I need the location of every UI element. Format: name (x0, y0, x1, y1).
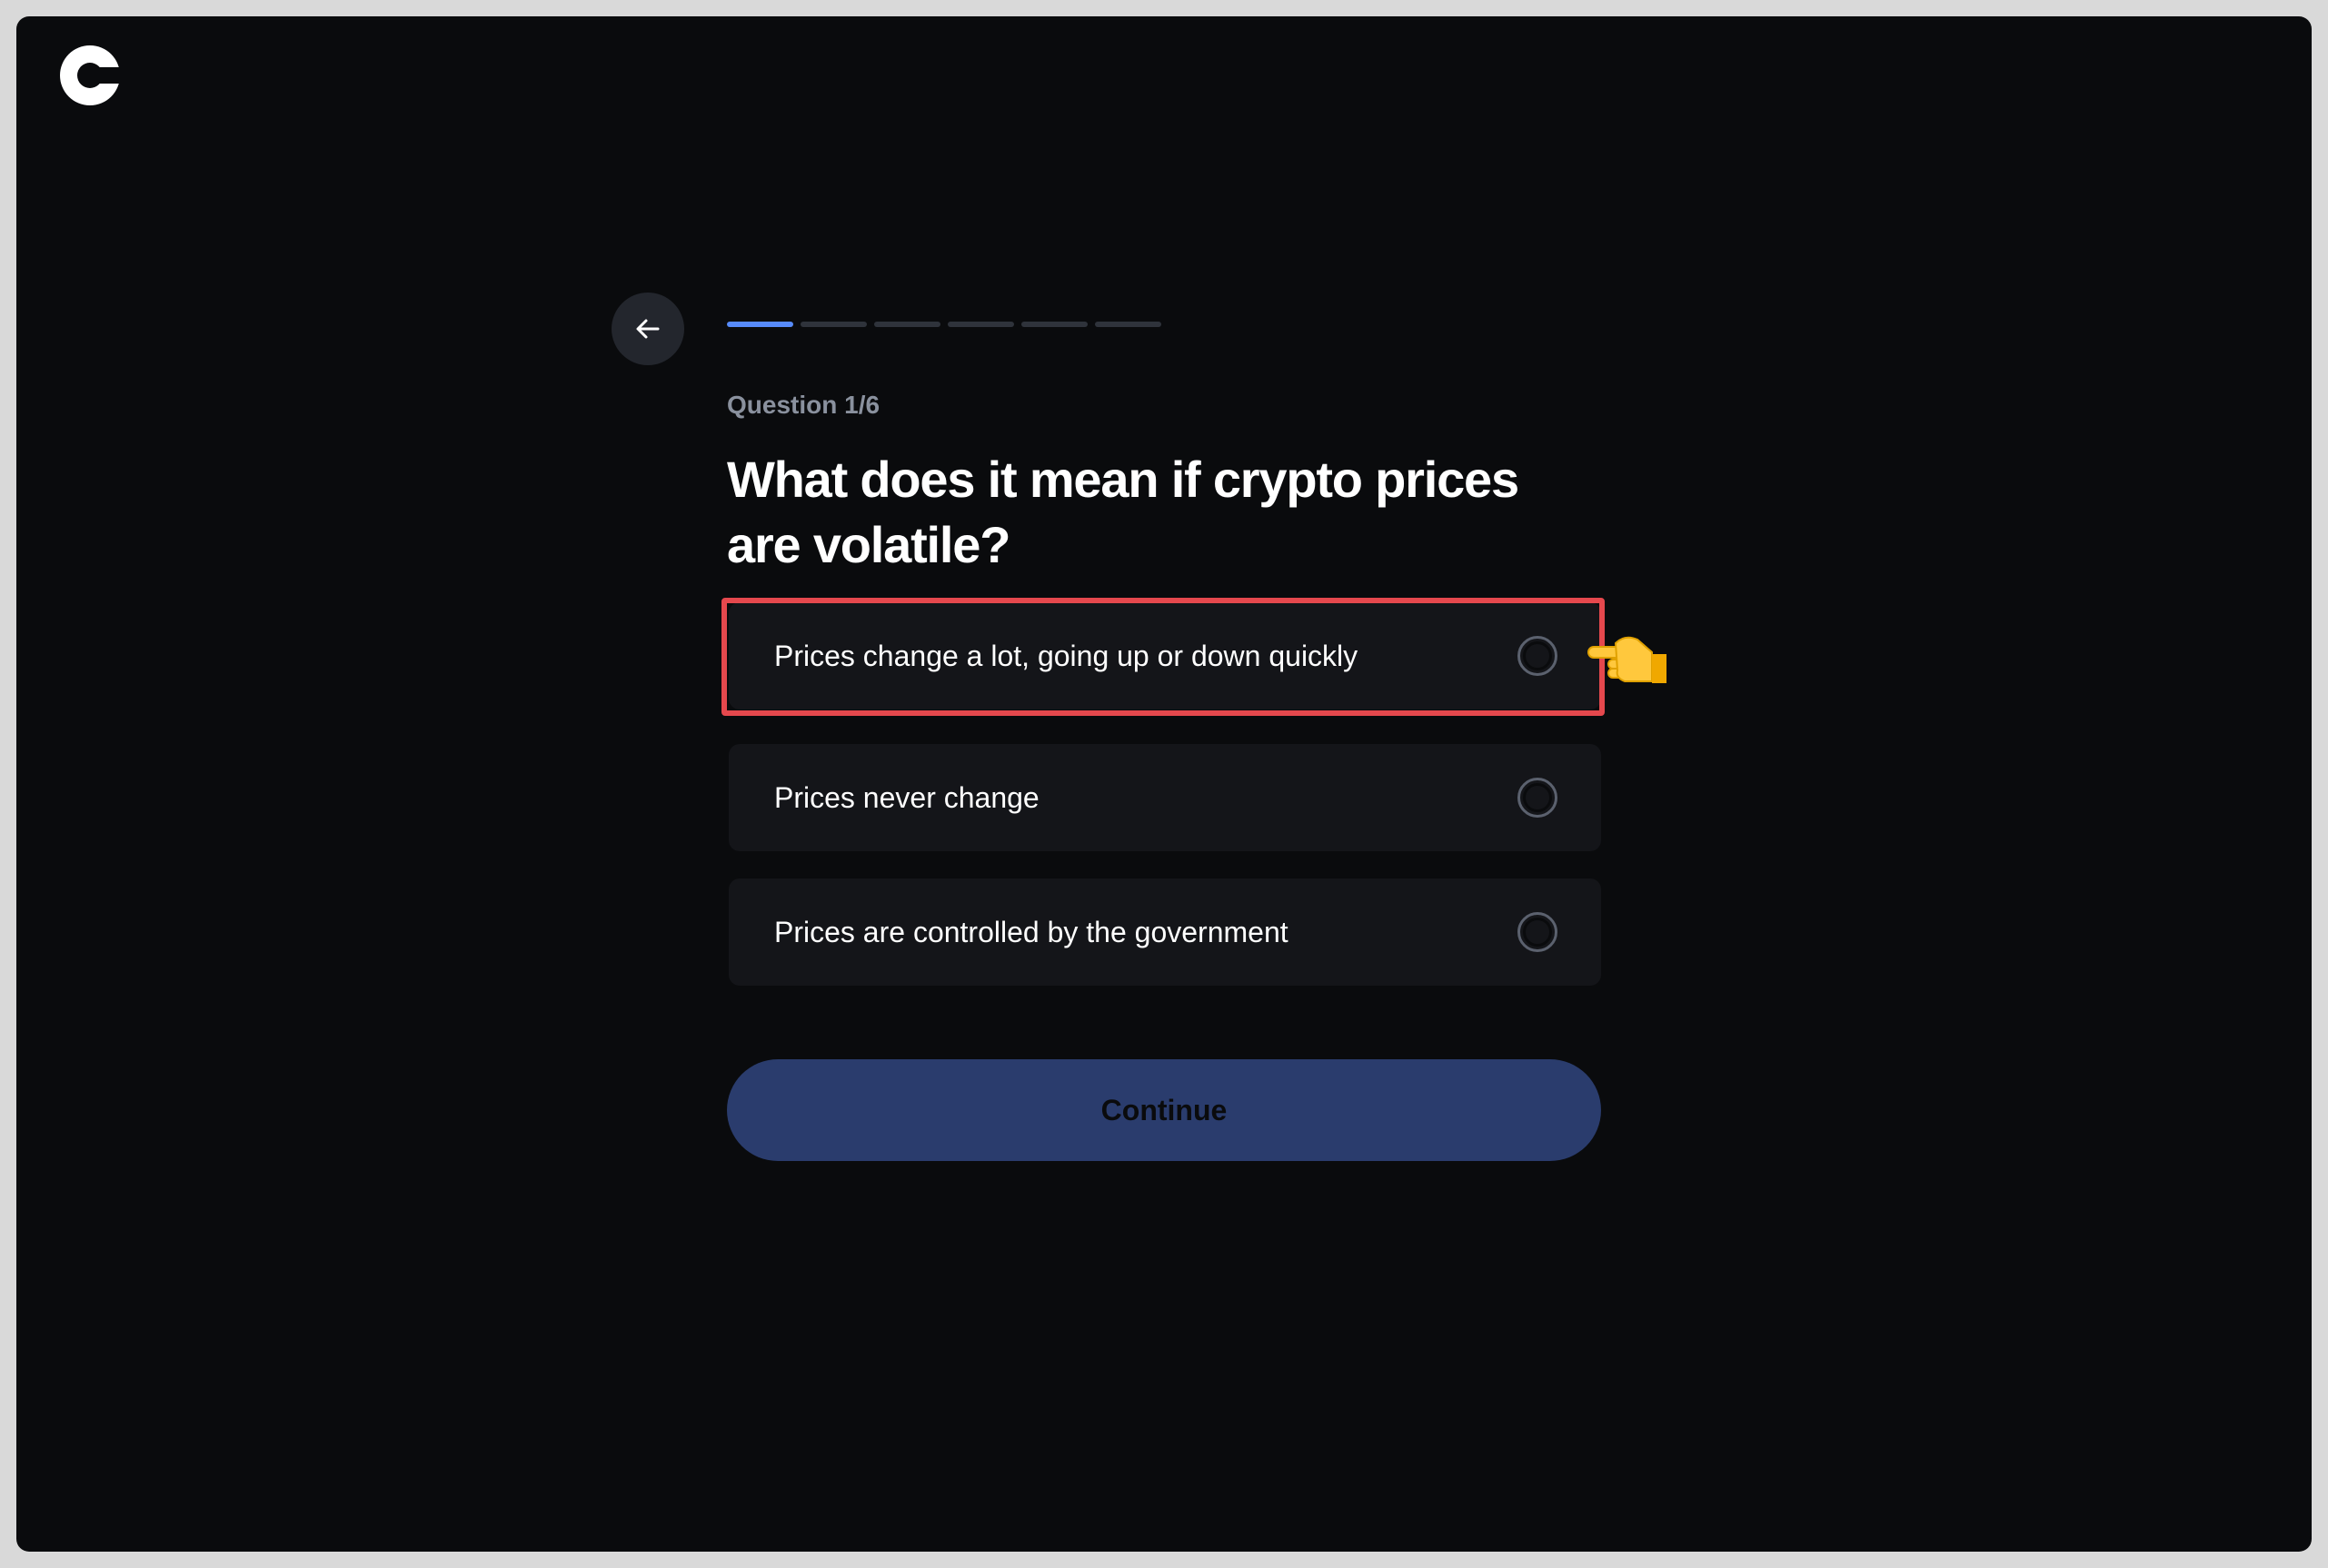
question-number: Question 1/6 (727, 391, 880, 419)
radio-button[interactable] (1517, 636, 1557, 676)
progress-segment (801, 322, 867, 327)
back-button[interactable] (612, 293, 684, 365)
answer-option-label: Prices never change (774, 780, 1040, 814)
coinbase-logo-icon[interactable] (60, 45, 121, 105)
app-window: Question 1/6 What does it mean if crypto… (16, 16, 2312, 1552)
progress-segment (1021, 322, 1088, 327)
progress-bar (727, 322, 1161, 327)
pointing-hand-icon (1585, 627, 1672, 692)
answer-option-2[interactable]: Prices never change (729, 744, 1601, 851)
answer-option-label: Prices are controlled by the government (774, 915, 1288, 948)
continue-button[interactable]: Continue (727, 1059, 1601, 1161)
progress-segment (1095, 322, 1161, 327)
radio-button[interactable] (1517, 912, 1557, 952)
answer-option-1[interactable]: Prices change a lot, going up or down qu… (729, 602, 1601, 710)
question-title: What does it mean if crypto prices are v… (727, 451, 1519, 573)
arrow-left-icon (636, 319, 660, 339)
progress-segment (874, 322, 940, 327)
answer-option-label: Prices change a lot, going up or down qu… (774, 639, 1358, 672)
answer-option-3[interactable]: Prices are controlled by the government (729, 878, 1601, 986)
progress-segment (948, 322, 1014, 327)
progress-segment-active (727, 322, 793, 327)
radio-button[interactable] (1517, 778, 1557, 818)
